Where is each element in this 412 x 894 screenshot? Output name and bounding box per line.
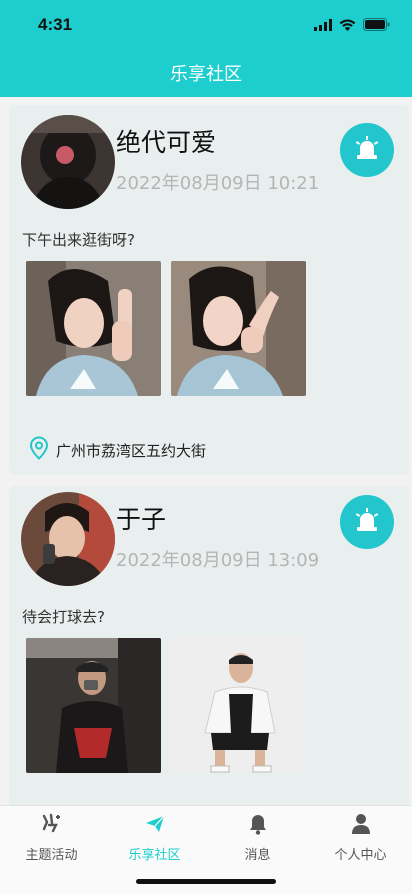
location-label: 广州市荔湾区五约大街 [56,441,207,460]
page-title: 乐享社区 [170,64,242,85]
post-photo[interactable] [171,261,306,396]
battery-icon [363,16,390,35]
tab-label: 个人中心 [334,848,387,863]
wifi-icon [339,16,356,35]
post-time: 2022年08月09日 10:21 [116,173,320,194]
post-text: 待会打球去? [22,608,105,626]
post-location[interactable]: 广州市荔湾区五约大街 [29,436,206,464]
bell-icon [248,813,268,839]
status-time: 4:31 [38,15,73,34]
post-card[interactable]: 绝代可爱 2022年08月09日 10:21 下午出来逛街呀? 广州市荔湾区五约… [9,105,409,475]
user-name[interactable]: 于子 [116,500,166,536]
alarm-light-icon [354,507,380,537]
post-text: 下午出来逛街呀? [22,231,135,249]
tab-community[interactable]: 乐享社区 [103,814,206,863]
tab-label: 乐享社区 [128,848,181,863]
app-header: 4:31 乐享社区 [0,0,412,97]
paper-plane-icon [144,813,166,839]
post-time: 2022年08月09日 13:09 [116,550,320,571]
post-photo[interactable] [171,638,306,773]
tab-label: 消息 [244,848,271,863]
alarm-light-button[interactable] [340,123,394,177]
tab-label: 主题活动 [25,848,78,863]
tab-profile[interactable]: 个人中心 [309,814,412,863]
home-indicator[interactable] [136,879,276,884]
post-card[interactable]: 于子 2022年08月09日 13:09 待会打球去? [9,486,409,805]
alarm-light-button[interactable] [340,495,394,549]
user-name[interactable]: 绝代可爱 [116,123,216,159]
post-photo[interactable] [26,638,161,773]
tab-activities[interactable]: 主题活动 [0,813,103,863]
person-icon [351,813,371,839]
avatar[interactable] [21,115,115,209]
tab-messages[interactable]: 消息 [206,814,309,863]
activity-icon [41,813,63,839]
status-bar: 4:31 [0,0,412,50]
alarm-light-icon [354,135,380,165]
location-pin-icon [29,436,49,464]
community-feed[interactable]: 绝代可爱 2022年08月09日 10:21 下午出来逛街呀? 广州市荔湾区五约… [0,97,412,805]
signal-icon [314,16,332,35]
avatar[interactable] [21,492,115,586]
post-photo[interactable] [26,261,161,396]
status-icons [314,17,390,33]
